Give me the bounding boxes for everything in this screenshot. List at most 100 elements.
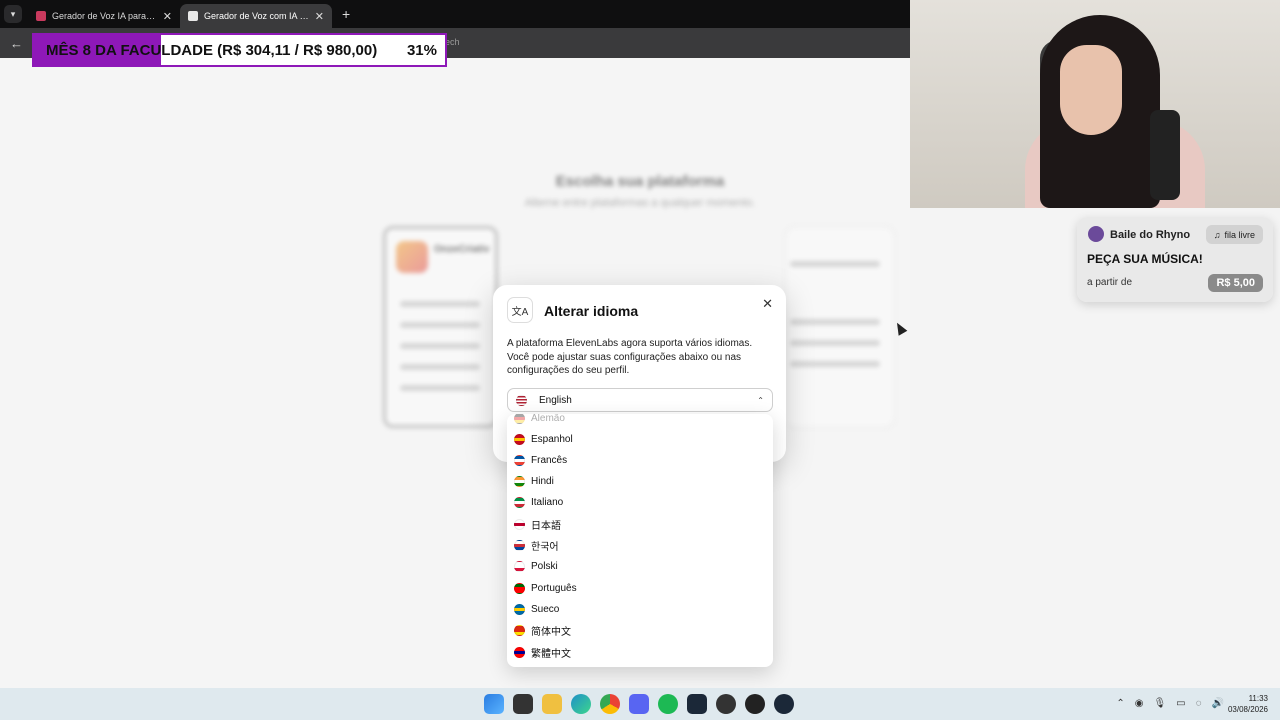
- translate-icon: 文A: [507, 297, 533, 323]
- language-option[interactable]: Alemão: [507, 414, 773, 428]
- feature-line: [400, 364, 480, 370]
- language-select[interactable]: English ⌃: [507, 388, 773, 412]
- tab-title: Gerador de Voz com IA e Conv: [204, 11, 309, 21]
- language-option[interactable]: Sueco: [507, 599, 773, 619]
- edge-browser-icon[interactable]: [571, 694, 591, 714]
- language-option-label: Italiano: [531, 497, 564, 509]
- webcam-microphone: [1150, 110, 1180, 200]
- queue-status-label: fila livre: [1224, 229, 1255, 240]
- feature-line: [400, 301, 480, 307]
- language-option[interactable]: Português: [507, 578, 773, 598]
- language-option-label: 简体中文: [531, 627, 571, 639]
- microphone-icon[interactable]: 🎙: [1153, 698, 1166, 709]
- language-option[interactable]: 简体中文: [507, 621, 773, 641]
- platform-logo-icon: [396, 241, 428, 273]
- modal-title: Alterar idioma: [544, 303, 639, 319]
- language-option-label: Sueco: [531, 603, 560, 615]
- song-request-widget: Baile do Rhyno ♫ fila livre PEÇA SUA MÚSI…: [1077, 217, 1273, 302]
- goal-text: MÊS 8 DA FACULDADE (R$ 304,11 / R$ 980,0…: [46, 41, 378, 59]
- language-option-label: Hindi: [531, 476, 554, 488]
- stream-goal-bar: MÊS 8 DA FACULDADE (R$ 304,11 / R$ 980,0…: [32, 33, 447, 67]
- chevron-up-icon[interactable]: ⌃: [1116, 698, 1124, 709]
- us-flag-icon: [516, 394, 527, 406]
- browser-tab-2[interactable]: Gerador de Voz com IA e Conv ✕: [180, 4, 332, 28]
- volume-icon[interactable]: 🔊: [1212, 698, 1224, 709]
- display-icon[interactable]: ▭: [1176, 698, 1185, 709]
- favicon-icon: [188, 11, 198, 21]
- feature-line: [790, 340, 880, 346]
- windows-start-icon[interactable]: [484, 694, 504, 714]
- flag-icon: [514, 454, 525, 466]
- language-option[interactable]: 한국어: [507, 536, 773, 556]
- flag-icon: [514, 518, 525, 530]
- clock-date: 03/08/2026: [1227, 705, 1268, 714]
- language-option-label: Polski: [531, 561, 558, 573]
- steam-secondary-icon[interactable]: [774, 694, 794, 714]
- music-icon: ♫: [1213, 229, 1221, 240]
- language-option-label: 日本語: [531, 520, 561, 532]
- chevron-up-icon: ⌃: [757, 395, 764, 405]
- language-option[interactable]: 繁體中文: [507, 642, 773, 662]
- feature-line: [400, 322, 480, 328]
- tab-list-icon[interactable]: ▾: [4, 5, 22, 23]
- chrome-browser-icon[interactable]: [600, 694, 620, 714]
- wifi-icon[interactable]: ◌: [1196, 698, 1202, 709]
- language-option[interactable]: Francês: [507, 450, 773, 470]
- back-arrow-icon[interactable]: ←: [10, 36, 26, 51]
- new-tab-icon[interactable]: +: [342, 6, 350, 22]
- language-option-label: 繁體中文: [531, 648, 571, 660]
- language-option-label: Espanhol: [531, 433, 573, 445]
- language-option[interactable]: Espanhol: [507, 429, 773, 449]
- flag-icon: [514, 561, 525, 573]
- widget-price-prefix: a partir de: [1087, 277, 1133, 288]
- avatar: [1088, 226, 1104, 242]
- flag-icon: [514, 625, 525, 637]
- feature-line: [400, 385, 480, 391]
- favicon-icon: [36, 11, 46, 21]
- language-option[interactable]: Hindi: [507, 472, 773, 492]
- flag-icon: [514, 497, 525, 509]
- file-manager-icon[interactable]: [513, 694, 533, 714]
- language-option-label: Alemão: [531, 414, 565, 424]
- widget-price: R$ 5,00: [1208, 274, 1263, 292]
- close-icon[interactable]: ✕: [762, 296, 773, 312]
- platform-card-creative[interactable]: OnzeCriativ: [383, 226, 498, 428]
- close-tab-icon[interactable]: ✕: [163, 10, 172, 23]
- feature-line: [790, 261, 880, 267]
- language-dropdown-list: Alemão Espanhol Francês Hindi Italiano 日本語 한국어…: [507, 414, 773, 667]
- language-option[interactable]: 日本語: [507, 514, 773, 534]
- tab-title: Gerador de Voz IA para Locução: [52, 11, 157, 21]
- clock-time: 11:33: [1248, 694, 1268, 703]
- flag-icon: [514, 540, 525, 551]
- feature-line: [790, 319, 880, 325]
- platform-card-title: OnzeCriativ: [434, 244, 490, 255]
- flag-icon: [514, 646, 525, 658]
- spotify-icon[interactable]: [658, 694, 678, 714]
- taskbar-apps: [484, 694, 794, 714]
- feature-line: [790, 361, 880, 367]
- webcam-feed: [910, 0, 1280, 208]
- modal-description: A plataforma ElevenLabs agora suporta vá…: [507, 338, 753, 376]
- discord-icon[interactable]: [629, 694, 649, 714]
- goal-percent: 31%: [406, 41, 437, 59]
- language-option[interactable]: Polski: [507, 557, 773, 577]
- flag-icon: [514, 476, 525, 488]
- game-launcher-icon[interactable]: [745, 694, 765, 714]
- flag-icon: [514, 414, 525, 424]
- steam-icon[interactable]: [687, 694, 707, 714]
- folder-icon[interactable]: [542, 694, 562, 714]
- language-option-label: Português: [531, 582, 577, 594]
- language-option[interactable]: Italiano: [507, 493, 773, 513]
- browser-tab-1[interactable]: Gerador de Voz IA para Locução ✕: [28, 4, 180, 28]
- system-tray: ⌃ ◉ 🎙 ▭ ◌ 🔊: [1116, 698, 1224, 709]
- language-option-label: 한국어: [531, 542, 559, 553]
- network-icon[interactable]: ◉: [1135, 698, 1144, 709]
- browser-tabbar: ▾ Gerador de Voz IA para Locução ✕ Gerad…: [0, 0, 910, 28]
- system-clock[interactable]: 11:33 03/08/2026: [1228, 693, 1268, 715]
- obs-icon[interactable]: [716, 694, 736, 714]
- platform-card-agents[interactable]: [785, 226, 895, 428]
- close-tab-icon[interactable]: ✕: [315, 10, 324, 23]
- language-option-label: Francês: [531, 454, 568, 466]
- queue-status-badge: ♫ fila livre: [1205, 225, 1263, 244]
- widget-channel-name: Baile do Rhyno: [1110, 229, 1191, 241]
